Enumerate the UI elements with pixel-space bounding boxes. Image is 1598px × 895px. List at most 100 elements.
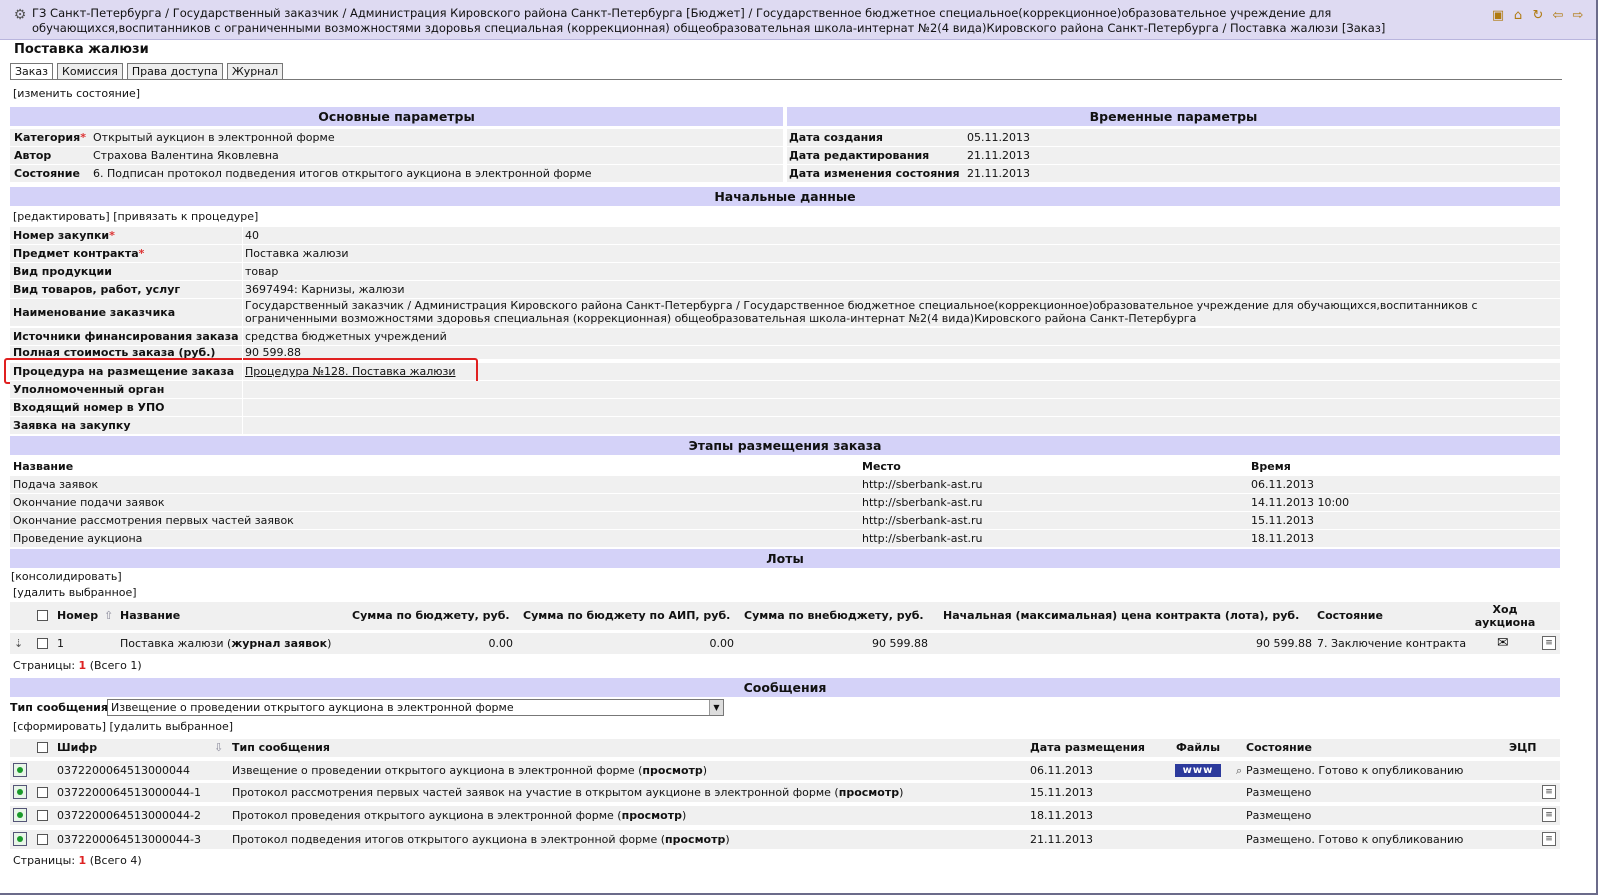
document-icon[interactable]: ≡ [1542,808,1556,822]
message-date: 15.11.2013 [1030,786,1093,799]
messages-actions[interactable]: [сформировать] [удалить выбранное] [13,720,233,733]
messages-table-header: Шифр ⇩ Тип сообщения Дата размещения Фай… [10,739,1560,757]
message-state: Размещено. Готово к опубликованию [1246,764,1464,777]
document-icon[interactable]: ≡ [1542,832,1556,846]
document-icon[interactable]: ≡ [1542,636,1556,650]
col-aip: Сумма по бюджету по АИП, руб. [523,609,731,622]
col-state: Состояние [1246,741,1312,754]
time-params-header: Временные параметры [787,107,1560,126]
data-label: Уполномоченный орган [13,383,165,396]
message-row: 0372200064513000044-3 Протокол подведени… [10,830,1560,849]
title-bar: ⚙ ГЗ Санкт-Петербурга / Государственный … [0,0,1596,40]
status-icon[interactable] [13,832,27,846]
lots-current-page[interactable]: 1 [79,659,87,672]
time-value: 05.11.2013 [967,131,1030,144]
message-checkbox[interactable] [37,787,48,798]
home-icon[interactable]: ⌂ [1510,8,1526,24]
col-name: Название [13,460,74,473]
stages-header: Этапы размещения заказа [10,436,1560,455]
col-message-type: Тип сообщения [232,741,330,754]
param-label: Состояние [14,167,80,180]
message-date: 18.11.2013 [1030,809,1093,822]
message-checkbox[interactable] [37,834,48,845]
data-value: средства бюджетных учреждений [245,330,447,343]
journal-link[interactable]: журнал заявок [231,637,327,650]
col-auction-progress: Ход аукциона [1474,603,1536,629]
param-label: Автор [14,149,52,162]
data-label: Предмет контракта* [13,247,145,260]
param-row: Автор Страхова Валентина Яковлевна [10,147,783,164]
time-row: Дата редактирования 21.11.2013 [787,147,1560,164]
initial-data-actions[interactable]: [редактировать] [привязать к процедуре] [13,210,258,223]
consolidate-link[interactable]: [консолидировать] [11,570,122,583]
message-type-label: Тип сообщения [10,701,108,714]
stage-time: 06.11.2013 [1251,478,1314,491]
lot-state: 7. Заключение контракта [1317,637,1467,650]
expand-icon[interactable]: ⇣ [14,633,23,654]
sort-arrow-icon[interactable]: ⇧ [104,607,113,624]
message-type: Протокол проведения открытого аукциона в… [232,809,687,822]
data-value-line2: ограниченными возможностями здоровья спе… [245,312,1197,325]
param-row: Категория* Открытый аукцион в электронно… [10,129,783,146]
tab-order[interactable]: Заказ [10,63,54,80]
message-type-value: Извещение о проведении открытого аукцион… [111,701,514,714]
forward-arrow-icon[interactable]: ⇨ [1570,8,1586,24]
lots-header: Лоты [10,549,1560,568]
data-value: товар [245,265,279,278]
stage-time: 18.11.2013 [1251,532,1314,545]
stage-row: Окончание рассмотрения первых частей зая… [10,512,1560,529]
stage-place: http://sberbank-ast.ru [862,496,983,509]
col-name: Название [120,609,181,622]
stage-name: Подача заявок [13,478,99,491]
chevron-down-icon[interactable]: ▼ [709,700,723,715]
tab-access-rights[interactable]: Права доступа [126,63,223,80]
change-state-link[interactable]: [изменить состояние] [13,87,140,100]
lot-budget: 0.00 [488,637,514,650]
tab-journal[interactable]: Журнал [226,63,284,80]
time-row: Дата изменения состояния 21.11.2013 [787,165,1560,182]
message-code: 0372200064513000044-1 [57,786,201,799]
view-link[interactable]: просмотр [622,809,682,822]
folder-icon[interactable]: ▣ [1490,8,1506,24]
www-icon[interactable]: www [1175,764,1221,777]
lots-delete-selected-link[interactable]: [удалить выбранное] [13,586,137,599]
envelope-icon[interactable]: ✉ [1497,633,1509,654]
back-arrow-icon[interactable]: ⇦ [1550,8,1566,24]
col-extra-budget: Сумма по внебюджету, руб. [744,609,924,622]
sort-arrow-icon[interactable]: ⇩ [214,739,223,756]
view-link[interactable]: просмотр [839,786,899,799]
view-link[interactable]: просмотр [642,764,702,777]
stage-place: http://sberbank-ast.ru [862,532,983,545]
refresh-icon[interactable]: ↻ [1530,8,1546,24]
messages-current-page[interactable]: 1 [79,854,87,867]
message-type-select[interactable]: Извещение о проведении открытого аукцион… [107,699,724,716]
param-value: Открытый аукцион в электронной форме [93,131,335,144]
tab-commission[interactable]: Комиссия [57,63,123,80]
lots-select-all-checkbox[interactable] [37,610,48,621]
col-signature: ЭЦП [1509,741,1537,754]
data-label: Заявка на закупку [13,419,131,432]
message-checkbox[interactable] [37,810,48,821]
message-date: 21.11.2013 [1030,833,1093,846]
data-label: Номер закупки* [13,229,115,242]
lot-checkbox[interactable] [37,638,48,649]
time-row: Дата создания 05.11.2013 [787,129,1560,146]
view-link[interactable]: просмотр [665,833,725,846]
message-code: 0372200064513000044-2 [57,809,201,822]
message-state: Размещено [1246,786,1312,799]
status-icon[interactable] [13,808,27,822]
lot-name: Поставка жалюзи (журнал заявок) [120,637,332,650]
col-files: Файлы [1176,741,1221,754]
status-icon[interactable] [13,785,27,799]
message-code: 0372200064513000044 [57,764,190,777]
message-date: 06.11.2013 [1030,764,1093,777]
document-icon[interactable]: ≡ [1542,785,1556,799]
col-place: Место [862,460,901,473]
stage-row: Проведение аукциона http://sberbank-ast.… [10,530,1560,547]
paperclip-icon[interactable]: ⌕ [1236,761,1242,780]
param-value: 6. Подписан протокол подведения итогов о… [93,167,592,180]
home-message-icon[interactable] [13,763,27,777]
data-label: Вид товаров, работ, услуг [13,283,181,296]
messages-select-all-checkbox[interactable] [37,742,48,753]
lots-table-header: Номер ⇧ Название Сумма по бюджету, руб. … [10,602,1560,630]
